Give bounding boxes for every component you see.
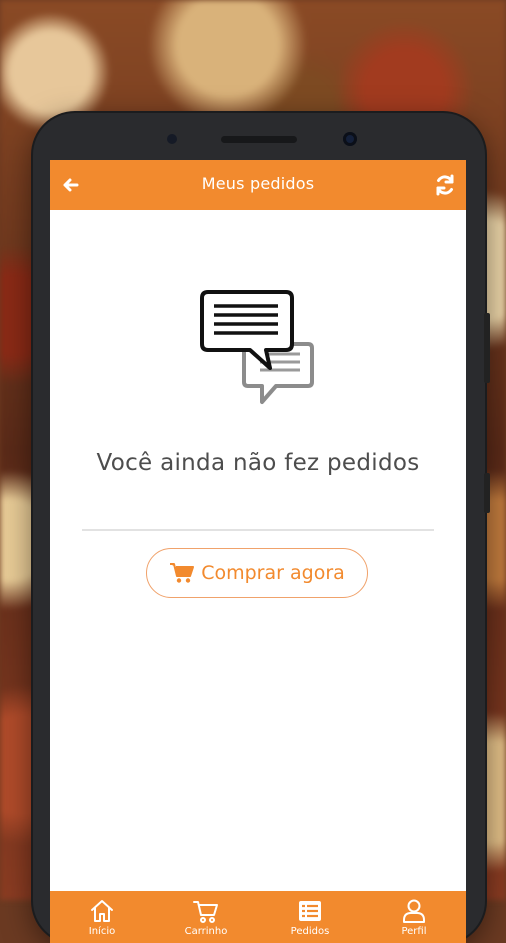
refresh-icon	[436, 174, 454, 196]
nav-label-cart: Carrinho	[184, 926, 228, 937]
list-icon	[299, 901, 321, 921]
home-icon	[91, 900, 113, 922]
refresh-button[interactable]	[432, 172, 458, 198]
phone-side-button	[484, 313, 490, 383]
divider	[82, 529, 434, 531]
chat-bubbles-icon	[200, 290, 314, 404]
cart-icon	[170, 563, 195, 583]
app-bar: Meus pedidos	[50, 160, 466, 210]
nav-item-profile[interactable]: Perfil	[362, 891, 466, 943]
nav-label-home: Início	[88, 926, 116, 937]
cart-icon	[193, 901, 218, 923]
page-title: Meus pedidos	[201, 174, 315, 193]
buy-now-label: Comprar agora	[201, 562, 345, 584]
nav-item-orders[interactable]: Pedidos	[258, 891, 362, 943]
empty-state-message: Você ainda não fez pedidos	[96, 450, 420, 476]
phone-speaker	[221, 136, 297, 143]
bottom-navigation: Início Carrinho Pedidos Perfil	[50, 891, 466, 943]
app-screen: Meus pedidos Você ainda não fez pedidos …	[50, 160, 466, 943]
user-icon	[403, 899, 425, 923]
buy-now-button[interactable]: Comprar agora	[146, 548, 368, 598]
nav-label-profile: Perfil	[401, 926, 427, 937]
phone-camera	[343, 132, 357, 146]
nav-item-home[interactable]: Início	[50, 891, 154, 943]
phone-side-button	[484, 473, 490, 513]
phone-sensor	[167, 134, 177, 144]
nav-item-cart[interactable]: Carrinho	[154, 891, 258, 943]
phone-frame: Meus pedidos Você ainda não fez pedidos …	[33, 113, 490, 943]
nav-label-orders: Pedidos	[290, 926, 330, 937]
